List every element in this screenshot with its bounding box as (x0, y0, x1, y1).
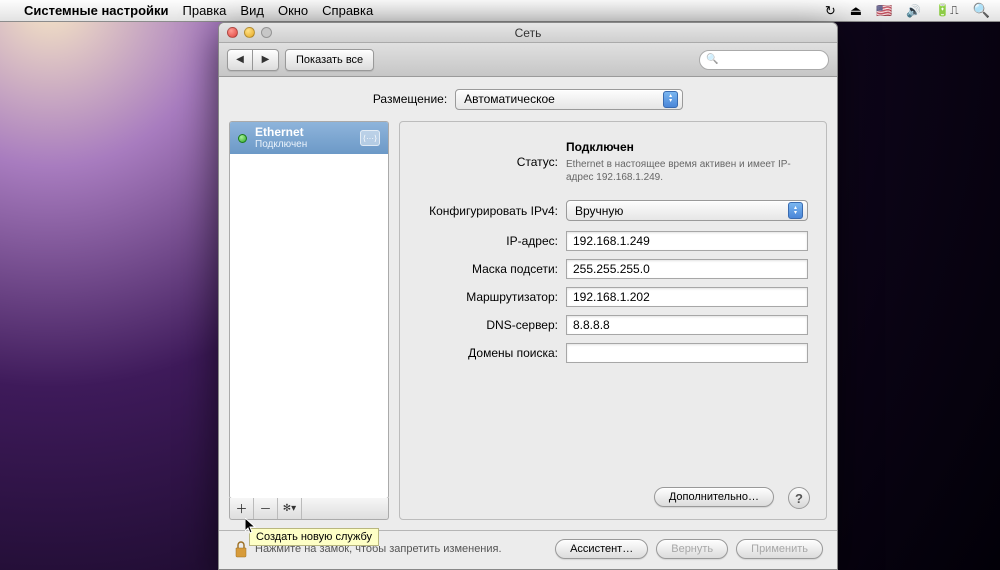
search-domains-input[interactable] (566, 343, 808, 363)
menubar: Системные настройки Правка Вид Окно Спра… (0, 0, 1000, 22)
search-input[interactable] (699, 50, 829, 70)
mask-label: Маска подсети: (418, 262, 558, 276)
dns-input[interactable] (566, 315, 808, 335)
popup-indicator-icon (788, 202, 803, 219)
popup-indicator-icon (663, 91, 678, 108)
minimize-button[interactable] (244, 27, 255, 38)
close-button[interactable] (227, 27, 238, 38)
menu-window[interactable]: Окно (278, 3, 308, 18)
tooltip: Создать новую службу (249, 528, 379, 546)
remove-service-button[interactable]: － (254, 498, 278, 519)
apply-button: Применить (736, 539, 823, 559)
search-domains-label: Домены поиска: (418, 346, 558, 360)
menu-view[interactable]: Вид (240, 3, 264, 18)
spotlight-icon[interactable]: 🔍 (973, 2, 990, 19)
service-status: Подключен (255, 139, 307, 150)
volume-icon[interactable] (906, 3, 921, 18)
services-actions: ＋ － ✻▾ (229, 498, 389, 520)
configure-popup[interactable]: Вручную (566, 200, 808, 221)
status-label: Статус: (418, 155, 558, 169)
configure-label: Конфигурировать IPv4: (418, 204, 558, 218)
assist-button[interactable]: Ассистент… (555, 539, 648, 559)
status-description: Ethernet в настоящее время активен и име… (566, 158, 796, 184)
ethernet-icon: ⟨···⟩ (360, 130, 380, 146)
show-all-button[interactable]: Показать все (285, 49, 374, 71)
status-value: Подключен (566, 140, 808, 154)
menu-help[interactable]: Справка (322, 3, 373, 18)
add-service-button[interactable]: ＋ (230, 498, 254, 519)
cursor-icon (245, 518, 257, 539)
input-source-icon[interactable]: 🇺🇸 (876, 3, 892, 19)
time-machine-icon[interactable]: ↻ (825, 3, 836, 19)
service-actions-menu[interactable]: ✻▾ (278, 498, 302, 519)
forward-button[interactable]: ▶ (253, 49, 279, 71)
service-ethernet[interactable]: Ethernet Подключен ⟨···⟩ (230, 122, 388, 154)
configure-value: Вручную (575, 204, 623, 218)
dns-label: DNS-сервер: (418, 318, 558, 332)
status-dot-icon (238, 134, 247, 143)
service-name: Ethernet (255, 126, 307, 139)
location-popup[interactable]: Автоматическое (455, 89, 683, 110)
eject-icon[interactable]: ⏏ (850, 3, 862, 19)
location-value: Автоматическое (464, 92, 555, 106)
advanced-button[interactable]: Дополнительно… (654, 487, 774, 507)
titlebar[interactable]: Сеть (219, 23, 837, 43)
lock-icon[interactable] (233, 540, 249, 558)
battery-icon[interactable]: 🔋⎍ (935, 3, 958, 18)
menu-edit[interactable]: Правка (183, 3, 227, 18)
preferences-window: Сеть ◀ ▶ Показать все Размещение: Автома… (218, 22, 838, 570)
location-label: Размещение: (373, 92, 447, 106)
settings-panel: Статус: Подключен Ethernet в настоящее в… (399, 121, 827, 520)
router-input[interactable] (566, 287, 808, 307)
location-row: Размещение: Автоматическое (219, 77, 837, 121)
window-title: Сеть (219, 26, 837, 40)
zoom-button (261, 27, 272, 38)
app-menu[interactable]: Системные настройки (24, 3, 169, 18)
router-label: Маршрутизатор: (418, 290, 558, 304)
mask-input[interactable] (566, 259, 808, 279)
help-button[interactable]: ? (788, 487, 810, 509)
toolbar: ◀ ▶ Показать все (219, 43, 837, 77)
services-sidebar: Ethernet Подключен ⟨···⟩ ＋ － ✻▾ (229, 121, 389, 520)
ip-input[interactable] (566, 231, 808, 251)
ip-label: IP-адрес: (418, 234, 558, 248)
back-button[interactable]: ◀ (227, 49, 253, 71)
revert-button: Вернуть (656, 539, 728, 559)
services-list[interactable]: Ethernet Подключен ⟨···⟩ (229, 121, 389, 499)
